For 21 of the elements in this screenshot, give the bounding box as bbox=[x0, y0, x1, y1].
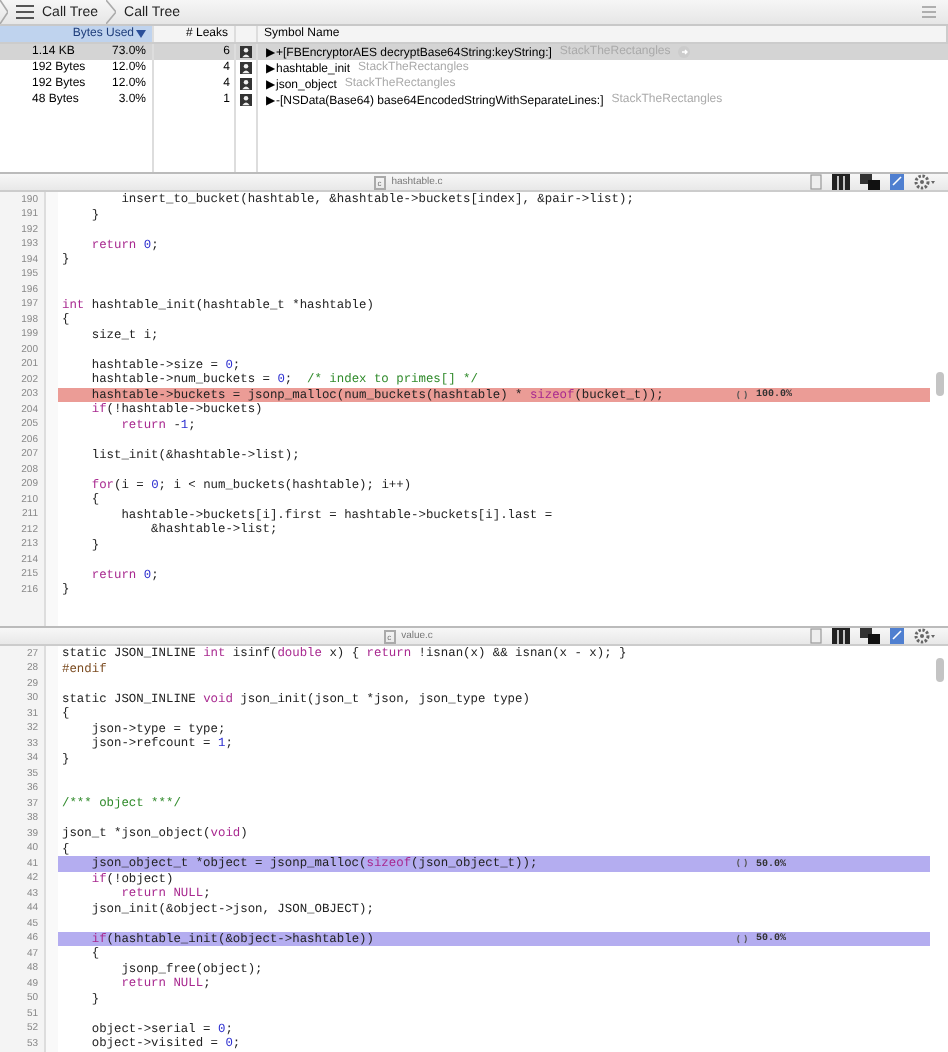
list-icon bbox=[16, 4, 34, 20]
annotation-icon[interactable] bbox=[736, 933, 748, 944]
scrollbar-thumb[interactable] bbox=[935, 372, 943, 396]
windows-icon[interactable] bbox=[860, 628, 880, 644]
chevron-icon bbox=[106, 0, 117, 24]
annotation-icon[interactable] bbox=[736, 389, 748, 400]
columns-icon[interactable] bbox=[832, 174, 851, 190]
scrollbar-thumb[interactable] bbox=[935, 658, 943, 682]
settings-icon[interactable] bbox=[914, 174, 937, 190]
person-icon[interactable] bbox=[240, 92, 252, 108]
annotation-icon[interactable] bbox=[736, 858, 748, 869]
person-icon[interactable] bbox=[240, 44, 252, 60]
person-icon[interactable] bbox=[240, 76, 252, 92]
document-icon[interactable] bbox=[890, 174, 905, 190]
person-icon[interactable] bbox=[240, 60, 252, 76]
windows-icon[interactable] bbox=[860, 174, 881, 190]
document-icon[interactable] bbox=[890, 628, 904, 644]
settings-icon[interactable] bbox=[914, 628, 936, 644]
chevron-icon bbox=[0, 0, 8, 24]
columns-icon[interactable] bbox=[832, 628, 850, 644]
sort-icon bbox=[136, 30, 146, 38]
